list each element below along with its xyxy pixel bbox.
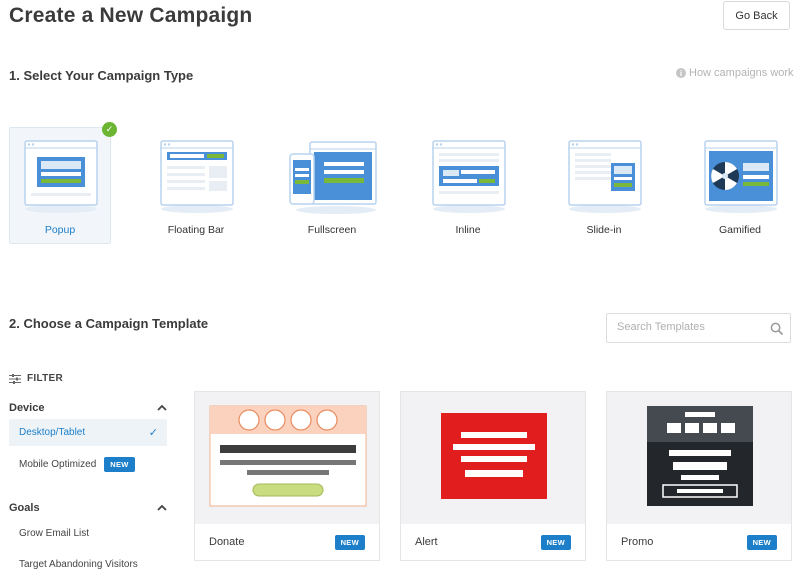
- new-badge: NEW: [540, 534, 571, 550]
- filter-item-label: Desktop/Tablet: [19, 427, 86, 438]
- floating-bar-illustration-icon: [160, 140, 234, 213]
- template-preview: [195, 392, 379, 524]
- campaign-type-label: Gamified: [718, 224, 761, 236]
- new-badge: NEW: [334, 534, 365, 550]
- popup-illustration-icon: [24, 140, 98, 213]
- template-search[interactable]: [606, 313, 791, 343]
- campaign-type-floating-bar[interactable]: Floating Bar: [145, 127, 247, 244]
- check-icon: ✓: [148, 427, 158, 439]
- campaign-type-list: ✓ Popup Floating Bar Fullscreen Inline S…: [9, 122, 791, 244]
- template-footer: Promo NEW: [607, 524, 791, 560]
- go-back-button[interactable]: Go Back: [723, 1, 790, 30]
- how-campaigns-work-label: How campaigns work: [689, 67, 794, 79]
- fullscreen-illustration-icon: [289, 141, 377, 214]
- step2-title: 2. Choose a Campaign Template: [9, 316, 209, 331]
- template-preview: [401, 392, 585, 524]
- template-name: Promo: [621, 536, 654, 548]
- filter-target-abandoning-visitors[interactable]: Target Abandoning Visitors: [9, 551, 167, 573]
- filter-sliders-icon: [9, 373, 21, 384]
- device-group-header[interactable]: Device: [9, 402, 167, 414]
- search-input[interactable]: [617, 321, 767, 333]
- campaign-type-label: Floating Bar: [167, 224, 225, 236]
- campaign-type-label: Slide-in: [586, 224, 622, 236]
- campaign-type-label: Fullscreen: [307, 224, 357, 236]
- campaign-type-label: Popup: [44, 224, 76, 236]
- template-footer: Donate NEW: [195, 524, 379, 560]
- filter-item-label: Mobile Optimized: [19, 459, 97, 470]
- how-campaigns-work-link[interactable]: i How campaigns work: [676, 67, 794, 79]
- search-icon[interactable]: [770, 322, 783, 335]
- filter-label: FILTER: [27, 373, 64, 384]
- filter-desktop-tablet[interactable]: Desktop/Tablet ✓: [9, 419, 167, 446]
- template-footer: Alert NEW: [401, 524, 585, 560]
- template-card-promo[interactable]: Promo NEW: [606, 391, 792, 561]
- campaign-type-inline[interactable]: Inline: [417, 127, 519, 244]
- template-preview: [607, 392, 791, 524]
- page-title: Create a New Campaign: [9, 4, 253, 27]
- selected-check-icon: ✓: [102, 122, 117, 137]
- goals-group-header[interactable]: Goals: [9, 502, 167, 514]
- filter-mobile-optimized[interactable]: Mobile Optimized NEW: [9, 451, 167, 478]
- filter-item-label: Target Abandoning Visitors: [19, 559, 138, 570]
- slide-in-illustration-icon: [568, 140, 642, 213]
- gamified-illustration-icon: [704, 140, 778, 213]
- template-card-donate[interactable]: Donate NEW: [194, 391, 380, 561]
- chevron-up-icon: [157, 404, 167, 411]
- device-group-title: Device: [9, 402, 45, 414]
- filter-item-label: Grow Email List: [19, 528, 90, 539]
- campaign-type-slide-in[interactable]: Slide-in: [553, 127, 655, 244]
- campaign-type-fullscreen[interactable]: Fullscreen: [281, 127, 383, 244]
- campaign-type-label: Inline: [455, 224, 481, 236]
- filter-grow-email-list[interactable]: Grow Email List: [9, 520, 167, 547]
- info-icon: i: [676, 68, 686, 78]
- promo-preview-image: [647, 406, 753, 506]
- template-name: Alert: [415, 536, 438, 548]
- template-card-alert[interactable]: Alert NEW: [400, 391, 586, 561]
- filter-header[interactable]: FILTER: [9, 373, 63, 384]
- campaign-type-gamified[interactable]: Gamified: [689, 127, 791, 244]
- alert-preview-image: [441, 413, 547, 499]
- goals-group-title: Goals: [9, 502, 40, 514]
- new-badge: NEW: [746, 534, 777, 550]
- template-name: Donate: [209, 536, 245, 548]
- inline-illustration-icon: [432, 140, 506, 213]
- chevron-up-icon: [157, 504, 167, 511]
- donate-preview-image: [209, 405, 367, 507]
- campaign-type-popup[interactable]: ✓ Popup: [9, 122, 117, 244]
- step1-title: 1. Select Your Campaign Type: [9, 68, 194, 83]
- new-badge: NEW: [104, 457, 135, 472]
